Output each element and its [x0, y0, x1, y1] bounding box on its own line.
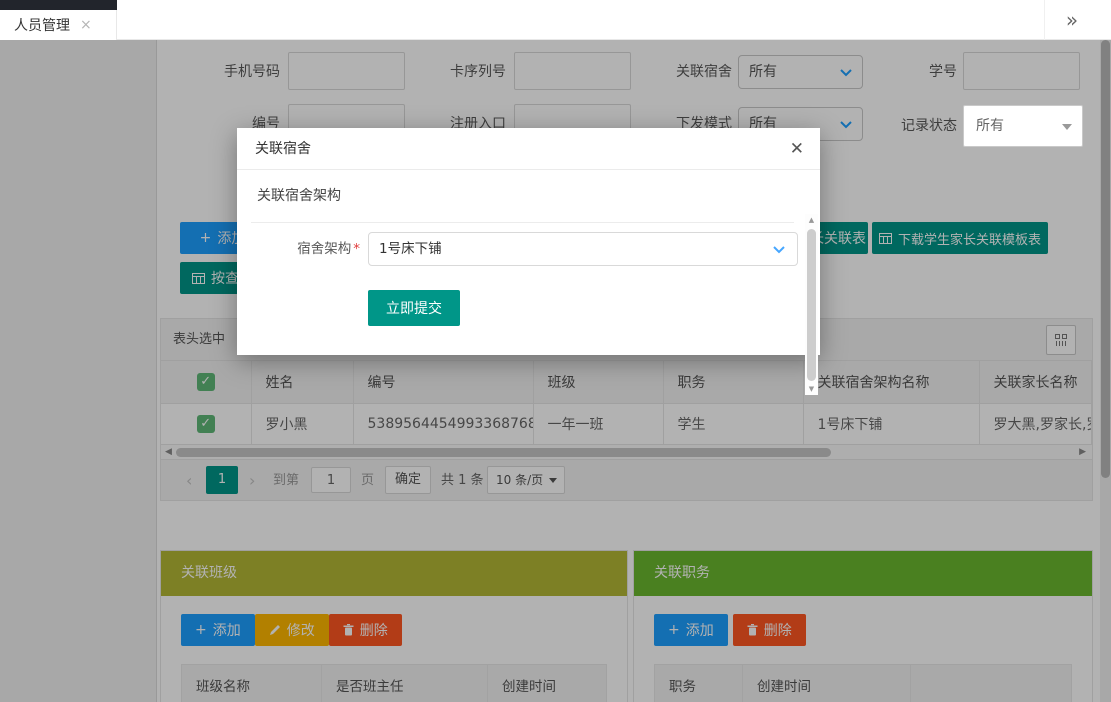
modal-scrollbar-thumb[interactable] — [807, 229, 816, 381]
modal-title: 关联宿舍 — [255, 128, 311, 170]
double-chevron-right-icon: » — [1066, 8, 1078, 32]
modal-section-title: 关联宿舍架构 — [251, 185, 794, 223]
dorm-structure-label-text: 宿舍架构 — [297, 241, 351, 257]
record-status-value: 所有 — [976, 118, 1004, 134]
tab-close-icon[interactable]: × — [80, 17, 92, 33]
tab-bar: 人员管理 × » — [0, 0, 1111, 40]
window-top-strip — [0, 0, 117, 10]
modal-scrollbar[interactable]: ▲ ▼ — [805, 214, 818, 395]
submit-button[interactable]: 立即提交 — [368, 290, 460, 326]
dropdown-arrow-icon — [1062, 124, 1072, 130]
dorm-structure-label: 宿舍架构* — [255, 232, 360, 266]
scroll-up-icon[interactable]: ▲ — [805, 216, 818, 224]
modal-body: 关联宿舍架构 宿舍架构* 1号床下铺 立即提交 ▲ ▼ — [237, 170, 820, 355]
modal-close-icon[interactable]: ✕ — [790, 128, 804, 170]
dorm-relation-modal: 关联宿舍 ✕ 关联宿舍架构 宿舍架构* 1号床下铺 立即提交 ▲ ▼ — [237, 128, 820, 355]
dorm-structure-value: 1号床下铺 — [379, 241, 442, 257]
record-status-select[interactable]: 所有 — [963, 105, 1083, 147]
tab-label: 人员管理 — [14, 15, 70, 35]
scroll-down-icon[interactable]: ▼ — [805, 385, 818, 393]
collapse-expand-button[interactable]: » — [1044, 0, 1099, 40]
modal-header: 关联宿舍 ✕ — [237, 128, 820, 170]
dorm-structure-select[interactable]: 1号床下铺 — [368, 232, 798, 266]
required-asterisk: * — [353, 241, 360, 257]
app-window: 人员管理 × » 手机号码 卡序列号 关联宿舍 所有 学号 编号 注册入口 下发… — [0, 0, 1111, 702]
chevron-down-icon — [773, 246, 785, 254]
tab-personnel-management[interactable]: 人员管理 × — [0, 10, 117, 40]
